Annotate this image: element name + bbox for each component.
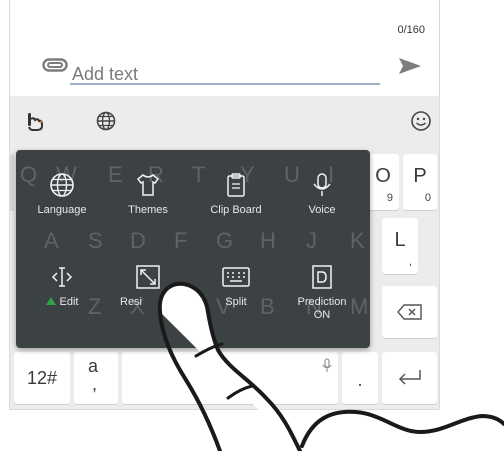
key-p-label: P: [413, 165, 427, 187]
popup-item-edit[interactable]: Edit: [22, 248, 102, 332]
numeric-key-label: 12#: [26, 368, 58, 388]
globe-icon[interactable]: [95, 110, 117, 132]
split-keyboard-icon: [222, 267, 250, 287]
message-input[interactable]: Add text: [70, 63, 380, 85]
key-l-label: L: [394, 229, 406, 251]
key-l-sub: ,: [408, 256, 412, 268]
period-key-label: .: [357, 370, 363, 390]
popup-item-language[interactable]: Language: [22, 156, 102, 240]
paperclip-icon[interactable]: [42, 58, 68, 72]
popup-item-edit-text: Edit: [59, 296, 79, 308]
popup-item-clipboard-label: Clip Board: [210, 204, 262, 216]
smiley-icon[interactable]: [410, 110, 432, 132]
key-o-label: O: [375, 165, 391, 187]
backspace-icon: [396, 304, 422, 320]
key-o-sub: 9: [386, 192, 393, 204]
popup-item-prediction-state: ON: [313, 309, 331, 321]
popup-item-themes-label: Themes: [128, 204, 168, 216]
popup-item-resize-label: Resi: [120, 296, 143, 308]
popup-item-edit-label: Edit: [22, 296, 102, 309]
popup-item-resize[interactable]: Resi: [108, 248, 188, 332]
enter-icon: [398, 370, 421, 385]
numeric-key[interactable]: 12#: [14, 352, 70, 404]
popup-item-prediction[interactable]: Prediction ON: [282, 248, 362, 332]
popup-item-prediction-label: Prediction: [297, 296, 347, 308]
screen: 0/160 Add text O 9 P 0 L , 12# a , . Q W…: [9, 0, 440, 410]
period-key[interactable]: .: [342, 352, 378, 404]
shift-arrow-icon: [45, 297, 56, 305]
popup-item-voice[interactable]: Voice: [282, 156, 362, 240]
popup-item-split-label: Split: [225, 296, 247, 308]
space-key[interactable]: [122, 352, 338, 404]
compose-area: 0/160 Add text: [10, 0, 439, 96]
microphone-small-icon: [322, 358, 332, 372]
accent-key[interactable]: a ,: [74, 352, 118, 404]
key-p-sub: 0: [424, 192, 431, 204]
resize-icon: [136, 265, 160, 289]
touch-gesture-icon[interactable]: [24, 110, 46, 132]
enter-key[interactable]: [382, 352, 437, 404]
popup-item-voice-label: Voice: [308, 204, 336, 216]
send-icon[interactable]: [397, 56, 423, 76]
tshirt-icon: [136, 174, 160, 196]
globe-icon: [50, 173, 74, 197]
popup-item-themes[interactable]: Themes: [108, 156, 188, 240]
keyboard-toolbar: [10, 96, 439, 146]
key-l[interactable]: L ,: [382, 218, 418, 274]
cursor-icon: [51, 267, 73, 287]
microphone-icon: [313, 173, 331, 196]
message-placeholder: Add text: [72, 64, 139, 84]
clipboard-icon: [227, 173, 245, 197]
character-counter: 0/160: [397, 24, 425, 36]
keyboard-options-popup: Q W E R T Y U I A S D F G H J K Z X V B …: [16, 150, 370, 348]
key-q-edge: [10, 154, 14, 210]
popup-item-clipboard[interactable]: Clip Board: [196, 156, 276, 240]
key-o[interactable]: O 9: [367, 154, 399, 210]
prediction-icon: [312, 265, 332, 289]
accent-key-bottom: ,: [92, 374, 98, 394]
popup-item-split[interactable]: Split: [196, 248, 276, 332]
key-p[interactable]: P 0: [403, 154, 437, 210]
popup-item-language-label: Language: [37, 204, 87, 216]
backspace-key[interactable]: [382, 286, 437, 338]
